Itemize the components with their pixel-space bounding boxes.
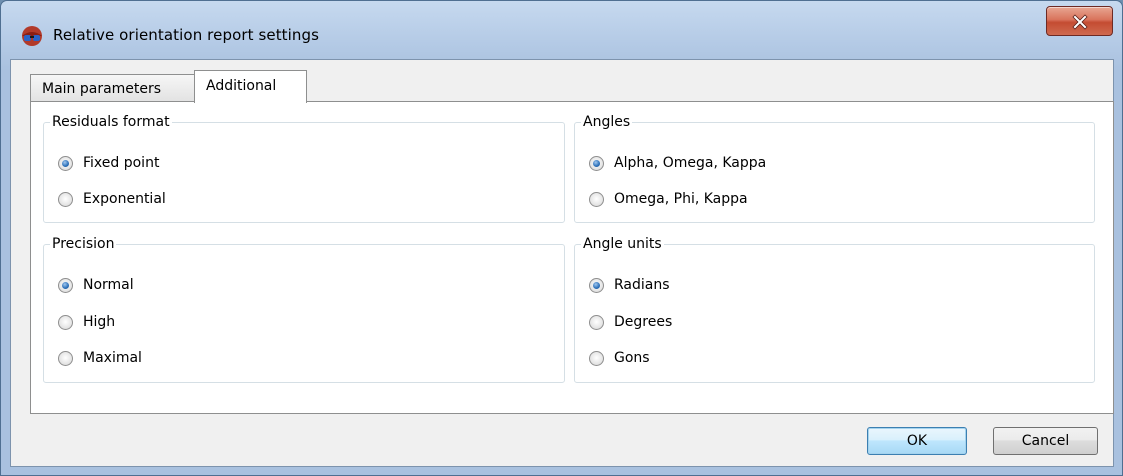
radio-label: Normal (83, 277, 134, 293)
radio-high[interactable]: High (58, 312, 115, 332)
radio-radians[interactable]: Radians (589, 275, 670, 295)
tab-main-parameters[interactable]: Main parameters (30, 74, 195, 102)
radio-label: High (83, 314, 116, 330)
radio-button-checked[interactable] (58, 277, 73, 293)
dialog-client-area: Main parameters Additional Residuals for… (10, 59, 1114, 467)
title-bar[interactable]: Relative orientation report settings (1, 1, 1122, 67)
close-icon (1072, 14, 1088, 30)
ok-button[interactable]: OK (867, 427, 967, 455)
group-title-precision: Precision (50, 235, 117, 253)
group-title-residuals-format: Residuals format (50, 113, 172, 131)
radio-button[interactable] (589, 350, 604, 366)
radio-label: Maximal (83, 350, 142, 366)
radio-exponential[interactable]: Exponential (58, 189, 166, 209)
radio-label: Fixed point (83, 155, 160, 171)
tab-panel-additional: Residuals format Fixed point Exponential… (30, 101, 1114, 414)
group-residuals-format: Residuals format Fixed point Exponential (43, 113, 565, 223)
group-angle-units: Angle units Radians Degrees Gons (574, 235, 1095, 383)
radio-label: Omega, Phi, Kappa (614, 191, 748, 207)
radio-gons[interactable]: Gons (589, 348, 650, 368)
radio-alpha-omega-kappa[interactable]: Alpha, Omega, Kappa (589, 153, 766, 173)
radio-label: Radians (614, 277, 670, 293)
close-button[interactable] (1046, 6, 1113, 36)
radio-button[interactable] (589, 314, 604, 330)
group-precision: Precision Normal High Maximal (43, 235, 565, 383)
radio-button[interactable] (589, 191, 604, 207)
radio-button-checked[interactable] (58, 155, 73, 171)
radio-label: Alpha, Omega, Kappa (614, 155, 767, 171)
radio-omega-phi-kappa[interactable]: Omega, Phi, Kappa (589, 189, 748, 209)
cancel-button[interactable]: Cancel (993, 427, 1098, 455)
tab-additional[interactable]: Additional (194, 70, 307, 103)
radio-button-checked[interactable] (589, 155, 604, 171)
group-title-angle-units: Angle units (581, 235, 664, 253)
radio-maximal[interactable]: Maximal (58, 348, 142, 368)
radio-normal[interactable]: Normal (58, 275, 134, 295)
window-title: Relative orientation report settings (53, 26, 320, 44)
radio-button[interactable] (58, 350, 73, 366)
radio-button[interactable] (58, 191, 73, 207)
radio-label: Degrees (614, 314, 673, 330)
group-angles: Angles Alpha, Omega, Kappa Omega, Phi, K… (574, 113, 1095, 223)
radio-button[interactable] (58, 314, 73, 330)
radio-button-checked[interactable] (589, 277, 604, 293)
group-title-angles: Angles (581, 113, 633, 131)
stereo-glasses-icon (22, 26, 42, 46)
dialog-window: Relative orientation report settings Mai… (0, 0, 1123, 476)
radio-label: Exponential (83, 191, 166, 207)
radio-fixed-point[interactable]: Fixed point (58, 153, 159, 173)
radio-degrees[interactable]: Degrees (589, 312, 672, 332)
radio-label: Gons (614, 350, 650, 366)
